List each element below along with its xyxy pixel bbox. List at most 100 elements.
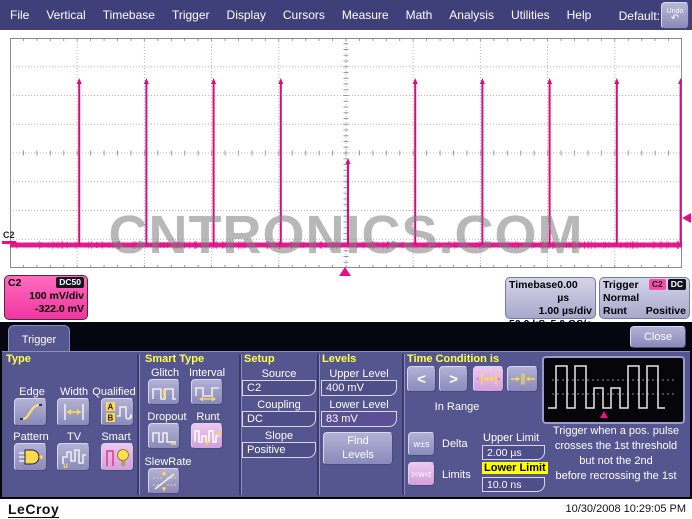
tv-icon: u bbox=[60, 445, 88, 469]
trigger-type-qualified-button[interactable]: AB bbox=[101, 398, 134, 426]
edge-button-label: Edge bbox=[10, 386, 54, 398]
menu-item-vertical[interactable]: Vertical bbox=[46, 8, 85, 22]
trigger-description-line: crosses the 1st threshold bbox=[540, 440, 692, 452]
upper-limit-field[interactable]: 2.00 µs bbox=[482, 445, 545, 460]
levels-section-title: Levels bbox=[322, 353, 356, 365]
type-section-title: Type bbox=[6, 353, 31, 365]
dropout-button-label: Dropout bbox=[143, 411, 191, 423]
close-button[interactable]: Close bbox=[630, 326, 686, 348]
limits-label: Limits bbox=[442, 469, 482, 481]
channel-c2-descriptor[interactable]: C2 DC50 100 mV/div -322.0 mV bbox=[4, 275, 88, 320]
coupling-field[interactable]: DC bbox=[242, 411, 316, 427]
trigger-type-pattern-button[interactable] bbox=[14, 443, 47, 471]
condition-out-of-range-button[interactable] bbox=[507, 366, 538, 392]
smart-type-interval-button[interactable] bbox=[191, 379, 223, 405]
lower-level-label: Lower Level bbox=[320, 399, 398, 411]
in-range-icon bbox=[476, 372, 502, 386]
qualified-button-label: Qualified bbox=[90, 386, 138, 398]
trigger-level-arrow[interactable] bbox=[682, 213, 691, 223]
edge-icon bbox=[17, 401, 45, 423]
tab-trigger[interactable]: Trigger bbox=[8, 325, 70, 353]
interval-icon bbox=[194, 382, 221, 402]
glitch-button-label: Glitch bbox=[143, 367, 187, 379]
upper-level-field[interactable]: 400 mV bbox=[321, 380, 397, 396]
menu-item-math[interactable]: Math bbox=[406, 8, 433, 22]
pattern-button-label: Pattern bbox=[8, 431, 54, 443]
tv-button-label: TV bbox=[52, 431, 96, 443]
limits-button[interactable]: t<w<t bbox=[408, 462, 435, 486]
trigger-source-badge: C2 bbox=[649, 279, 666, 290]
svg-text:A: A bbox=[107, 403, 113, 412]
trigger-mode: Normal bbox=[603, 292, 686, 305]
qualified-icon: AB bbox=[104, 400, 132, 424]
trigger-description-line: Trigger when a pos. pulse bbox=[540, 425, 692, 437]
status-bar: LeCroy 10/30/2008 10:29:05 PM bbox=[0, 499, 692, 519]
menu-item-cursors[interactable]: Cursors bbox=[283, 8, 325, 22]
trigger-slope: Positive bbox=[646, 305, 686, 318]
condition-less-than-button[interactable]: < bbox=[407, 366, 436, 392]
interval-button-label: Interval bbox=[185, 367, 229, 379]
menu-item-measure[interactable]: Measure bbox=[342, 8, 389, 22]
default-label: Default: bbox=[619, 9, 660, 23]
smart-type-glitch-button[interactable] bbox=[148, 379, 180, 405]
datetime: 10/30/2008 10:29:05 PM bbox=[566, 503, 686, 515]
menu-item-analysis[interactable]: Analysis bbox=[449, 8, 494, 22]
channel-coupling-badge: DC50 bbox=[56, 277, 84, 288]
channel-name: C2 bbox=[8, 277, 21, 290]
smart-type-dropout-button[interactable] bbox=[148, 423, 180, 449]
source-label: Source bbox=[242, 368, 316, 380]
trigger-type-smart-button[interactable] bbox=[101, 443, 134, 471]
lower-limit-field[interactable]: 10.0 ns bbox=[482, 477, 545, 492]
out-of-range-icon bbox=[510, 372, 536, 386]
menu-item-utilities[interactable]: Utilities bbox=[511, 8, 550, 22]
undo-button[interactable]: Undo ↶ bbox=[661, 2, 689, 29]
runt-button-label: Runt bbox=[188, 411, 228, 423]
pattern-icon bbox=[17, 446, 45, 468]
find-levels-button[interactable]: Find Levels bbox=[323, 432, 393, 465]
smart-button-label: Smart bbox=[94, 431, 138, 443]
delta-label: Delta bbox=[442, 438, 478, 450]
svg-text:B: B bbox=[107, 414, 113, 423]
slewrate-button-label: SlewRate bbox=[142, 456, 194, 468]
timebase-title: Timebase bbox=[509, 279, 557, 305]
trigger-coupling-badge: DC bbox=[668, 279, 686, 290]
trigger-type-edge-button[interactable] bbox=[14, 398, 47, 426]
menu-item-trigger[interactable]: Trigger bbox=[172, 8, 210, 22]
dropout-icon bbox=[151, 426, 178, 446]
trigger-position-arrow[interactable] bbox=[339, 267, 351, 276]
trigger-type-tv-button[interactable]: u bbox=[57, 443, 90, 471]
setup-section-title: Setup bbox=[244, 353, 275, 365]
section-divider bbox=[402, 354, 405, 495]
width-icon bbox=[60, 401, 88, 423]
source-field[interactable]: C2 bbox=[242, 380, 316, 396]
timebase-delay: 0.00 µs bbox=[557, 279, 592, 305]
undo-arrow-icon: ↶ bbox=[671, 14, 679, 24]
condition-in-range-button[interactable] bbox=[473, 366, 504, 392]
trigger-type-width-button[interactable] bbox=[57, 398, 90, 426]
find-levels-line1: Find bbox=[347, 435, 368, 449]
menu-item-display[interactable]: Display bbox=[227, 8, 266, 22]
timebase-descriptor[interactable]: Timebase 0.00 µs 1.00 µs/div 50.0 kS 5.0… bbox=[505, 277, 596, 319]
menu-item-timebase[interactable]: Timebase bbox=[103, 8, 155, 22]
lower-limit-label: Lower Limit bbox=[482, 462, 548, 474]
runt-diagram bbox=[542, 356, 685, 424]
channel-c2-marker[interactable]: C2 bbox=[2, 231, 16, 244]
slope-field[interactable]: Positive bbox=[242, 442, 316, 458]
menu-item-file[interactable]: File bbox=[10, 8, 29, 22]
trigger-title: Trigger bbox=[603, 279, 639, 292]
menu-item-help[interactable]: Help bbox=[567, 8, 592, 22]
smart-type-section-title: Smart Type bbox=[145, 353, 204, 365]
glitch-icon bbox=[151, 382, 178, 402]
condition-greater-than-button[interactable]: > bbox=[439, 366, 468, 392]
section-divider bbox=[137, 354, 140, 495]
delta-button[interactable]: w±s bbox=[408, 432, 435, 456]
svg-text:u: u bbox=[63, 461, 68, 469]
upper-limit-label: Upper Limit bbox=[483, 432, 545, 444]
coupling-label: Coupling bbox=[242, 399, 316, 411]
trigger-descriptor[interactable]: Trigger C2 DC Normal Runt Positive bbox=[599, 277, 690, 319]
smart-type-runt-button[interactable] bbox=[191, 423, 223, 449]
trigger-dialog-panel: Type Edge Width Qualified AB Pattern TV … bbox=[2, 351, 690, 497]
lower-level-field[interactable]: 83 mV bbox=[321, 411, 397, 427]
smart-type-slewrate-button[interactable] bbox=[148, 468, 180, 494]
graticule-and-trace bbox=[10, 38, 682, 268]
